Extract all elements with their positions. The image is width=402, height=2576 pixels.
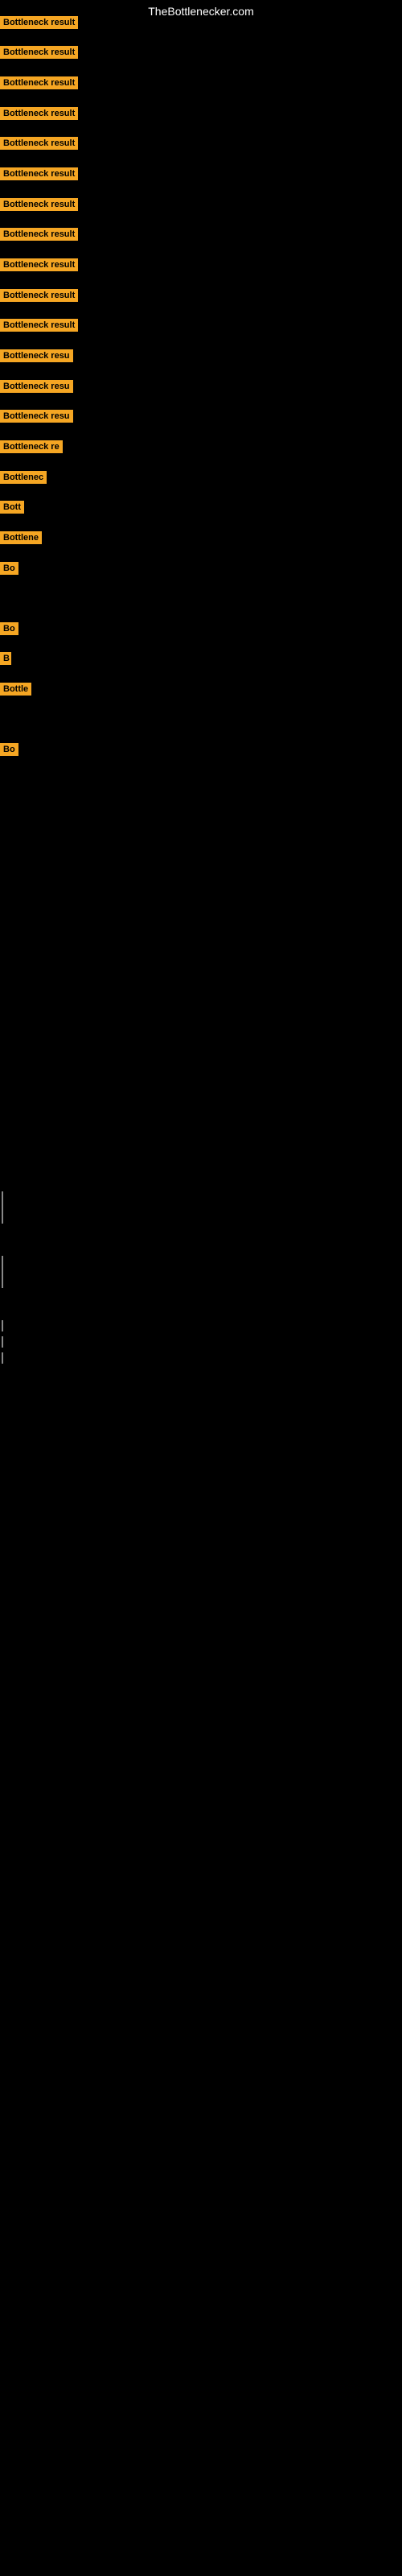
bottleneck-badge-container-12: Bottleneck resu	[0, 380, 73, 397]
bottleneck-badge: Bottle	[0, 683, 31, 696]
bottleneck-badge-container-21: Bottle	[0, 683, 31, 700]
bottleneck-badge-container-13: Bottleneck resu	[0, 410, 73, 427]
bottleneck-badge: Bottleneck result	[0, 107, 78, 120]
bottleneck-badge: Bottleneck result	[0, 289, 78, 302]
bottleneck-badge-container-18: Bo	[0, 562, 18, 579]
bottleneck-badge: Bottlenec	[0, 471, 47, 484]
bottleneck-badge-container-4: Bottleneck result	[0, 137, 78, 154]
bottleneck-badge: Bo	[0, 562, 18, 575]
bottleneck-badge-container-8: Bottleneck result	[0, 258, 78, 275]
bottleneck-badge-container-0: Bottleneck result	[0, 16, 78, 33]
bottleneck-badge-container-20: B	[0, 652, 11, 669]
bottleneck-badge: B	[0, 652, 11, 665]
bottleneck-badge: Bottleneck resu	[0, 349, 73, 362]
bottleneck-badge: Bottleneck result	[0, 16, 78, 29]
bottleneck-badge-container-14: Bottleneck re	[0, 440, 63, 457]
bottleneck-badge-container-17: Bottlene	[0, 531, 42, 548]
bottleneck-badge: Bott	[0, 501, 24, 514]
bottleneck-badge-container-7: Bottleneck result	[0, 228, 78, 245]
bottleneck-badge: Bottlene	[0, 531, 42, 544]
vertical-line-3	[2, 1336, 3, 1348]
bottleneck-badge: Bottleneck result	[0, 258, 78, 271]
bottleneck-badge-container-11: Bottleneck resu	[0, 349, 73, 366]
vertical-line-0	[2, 1191, 3, 1224]
bottleneck-badge-container-9: Bottleneck result	[0, 289, 78, 306]
bottleneck-badge: Bottleneck result	[0, 76, 78, 89]
bottleneck-badge-container-5: Bottleneck result	[0, 167, 78, 184]
bottleneck-badge: Bo	[0, 743, 18, 756]
bottleneck-badge-container-22: Bo	[0, 743, 18, 760]
bottleneck-badge-container-1: Bottleneck result	[0, 46, 78, 63]
bottleneck-badge: Bottleneck resu	[0, 410, 73, 423]
bottleneck-badge-container-16: Bott	[0, 501, 24, 518]
bottleneck-badge: Bo	[0, 622, 18, 635]
bottleneck-badge: Bottleneck result	[0, 228, 78, 241]
bottleneck-badge: Bottleneck result	[0, 167, 78, 180]
vertical-line-1	[2, 1256, 3, 1288]
bottleneck-badge: Bottleneck result	[0, 46, 78, 59]
bottleneck-badge-container-2: Bottleneck result	[0, 76, 78, 93]
bottleneck-badge-container-10: Bottleneck result	[0, 319, 78, 336]
bottleneck-badge-container-3: Bottleneck result	[0, 107, 78, 124]
bottleneck-badge-container-19: Bo	[0, 622, 18, 639]
bottleneck-badge: Bottleneck re	[0, 440, 63, 453]
bottleneck-badge-container-6: Bottleneck result	[0, 198, 78, 215]
bottleneck-badge: Bottleneck resu	[0, 380, 73, 393]
bottleneck-badge-container-15: Bottlenec	[0, 471, 47, 488]
bottleneck-badge: Bottleneck result	[0, 319, 78, 332]
vertical-line-4	[2, 1352, 3, 1364]
vertical-line-2	[2, 1320, 3, 1331]
bottleneck-badge: Bottleneck result	[0, 137, 78, 150]
bottleneck-badge: Bottleneck result	[0, 198, 78, 211]
